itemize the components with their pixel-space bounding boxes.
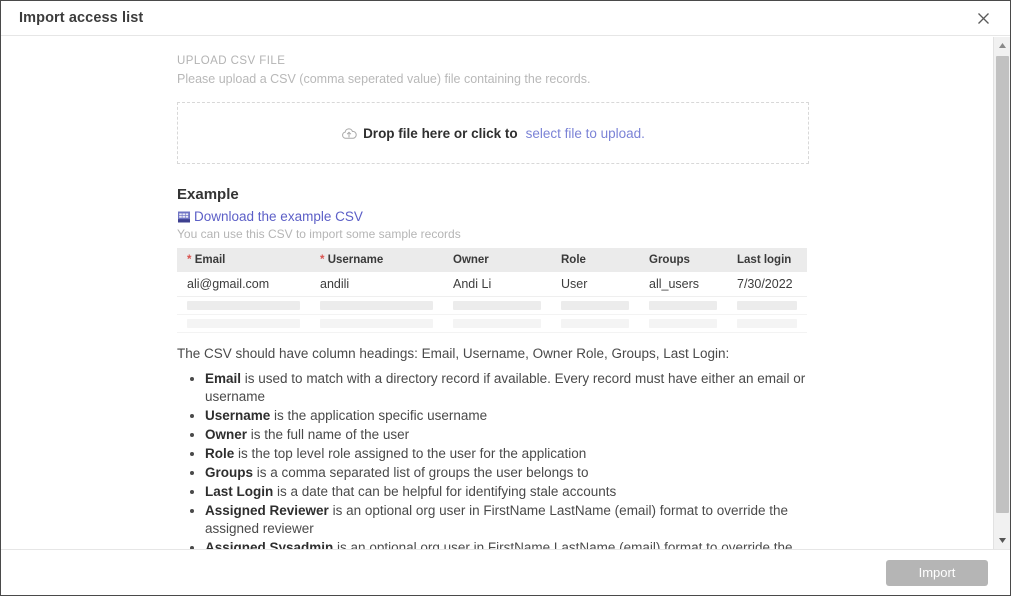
column-label: Username (327, 254, 384, 266)
import-access-list-dialog: Import access list UPLOAD CSV FILE Pleas… (0, 0, 1011, 596)
cell-username: andili (310, 272, 443, 297)
placeholder-bar (649, 319, 717, 328)
placeholder-bar (320, 319, 433, 328)
field-description-list: Email is used to match with a directory … (177, 370, 809, 549)
column-header-role: Role (551, 248, 639, 272)
placeholder-bar (187, 301, 300, 310)
example-subtitle: You can use this CSV to import some samp… (177, 227, 461, 241)
cell-role: User (551, 272, 639, 297)
field-term: Assigned Reviewer (205, 503, 329, 518)
column-header-email: * Email (177, 248, 310, 272)
required-marker: * (187, 254, 192, 266)
table-header-row: * Email * Username Owner Role Groups Las… (177, 248, 807, 272)
field-desc: is a comma separated list of groups the … (253, 465, 589, 480)
list-item: Groups is a comma separated list of grou… (205, 464, 809, 482)
upload-description: Please upload a CSV (comma seperated val… (177, 72, 591, 86)
field-term: Last Login (205, 484, 274, 499)
field-term: Email (205, 371, 242, 386)
dialog-footer: Import (1, 549, 1010, 595)
table-row: ali@gmail.com andili Andi Li User all_us… (177, 272, 807, 297)
dialog-content: UPLOAD CSV FILE Please upload a CSV (com… (1, 37, 994, 549)
cloud-upload-icon (341, 127, 357, 140)
field-term: Groups (205, 465, 254, 480)
dropzone-prompt: Drop file here or click to (363, 125, 518, 141)
example-csv-table: * Email * Username Owner Role Groups Las… (177, 248, 807, 333)
download-example-csv-link[interactable]: Download the example CSV (177, 209, 809, 224)
column-header-owner: Owner (443, 248, 551, 272)
select-file-link[interactable]: select file to upload. (526, 126, 645, 141)
field-desc: is the top level role assigned to the us… (234, 446, 587, 461)
cell-groups: all_users (639, 272, 727, 297)
file-dropzone[interactable]: Drop file here or click to select file t… (177, 102, 809, 164)
placeholder-bar (453, 319, 541, 328)
placeholder-bar (737, 319, 797, 328)
field-desc: is used to match with a directory record… (205, 371, 806, 404)
column-label: Email (194, 254, 226, 266)
dropzone-text: Drop file here or click to select file t… (341, 126, 645, 141)
import-button[interactable]: Import (886, 559, 988, 586)
placeholder-bar (453, 301, 541, 310)
placeholder-bar (649, 301, 717, 310)
column-header-username: * Username (310, 248, 443, 272)
spreadsheet-icon (177, 210, 191, 224)
field-desc: is a date that can be helpful for identi… (273, 484, 617, 499)
list-item: Role is the top level role assigned to t… (205, 445, 809, 463)
list-item: Assigned Reviewer is an optional org use… (205, 502, 809, 538)
field-term: Username (205, 408, 271, 423)
dialog-titlebar: Import access list (1, 1, 1010, 36)
scrollbar-thumb[interactable] (996, 56, 1009, 513)
caret-up-icon[interactable] (994, 37, 1010, 54)
placeholder-bar (737, 301, 797, 310)
list-item: Username is the application specific use… (205, 407, 809, 425)
column-header-last-login: Last login (727, 248, 807, 272)
field-desc: is the application specific username (270, 408, 488, 423)
column-header-groups: Groups (639, 248, 727, 272)
table-row-placeholder (177, 314, 807, 333)
dialog-title: Import access list (19, 10, 144, 26)
field-term: Assigned Sysadmin (205, 540, 334, 549)
instructions-intro: The CSV should have column headings: Ema… (177, 346, 730, 361)
placeholder-bar (561, 301, 629, 310)
required-marker: * (320, 254, 325, 266)
list-item: Email is used to match with a directory … (205, 370, 809, 406)
close-icon[interactable] (970, 5, 996, 31)
download-link-label: Download the example CSV (194, 209, 363, 224)
cell-email: ali@gmail.com (177, 272, 310, 297)
vertical-scrollbar[interactable] (993, 37, 1010, 549)
upload-section-label: UPLOAD CSV FILE (177, 55, 286, 67)
field-term: Role (205, 446, 235, 461)
caret-down-icon[interactable] (994, 532, 1010, 549)
placeholder-bar (561, 319, 629, 328)
list-item: Assigned Sysadmin is an optional org use… (205, 539, 809, 549)
placeholder-bar (320, 301, 433, 310)
dialog-body: UPLOAD CSV FILE Please upload a CSV (com… (1, 37, 1010, 549)
list-item: Owner is the full name of the user (205, 426, 809, 444)
cell-last-login: 7/30/2022 (727, 272, 807, 297)
field-term: Owner (205, 427, 248, 442)
example-heading: Example (177, 186, 239, 203)
list-item: Last Login is a date that can be helpful… (205, 483, 809, 501)
placeholder-bar (187, 319, 300, 328)
table-row-placeholder (177, 296, 807, 315)
field-desc: is the full name of the user (247, 427, 410, 442)
cell-owner: Andi Li (443, 272, 551, 297)
